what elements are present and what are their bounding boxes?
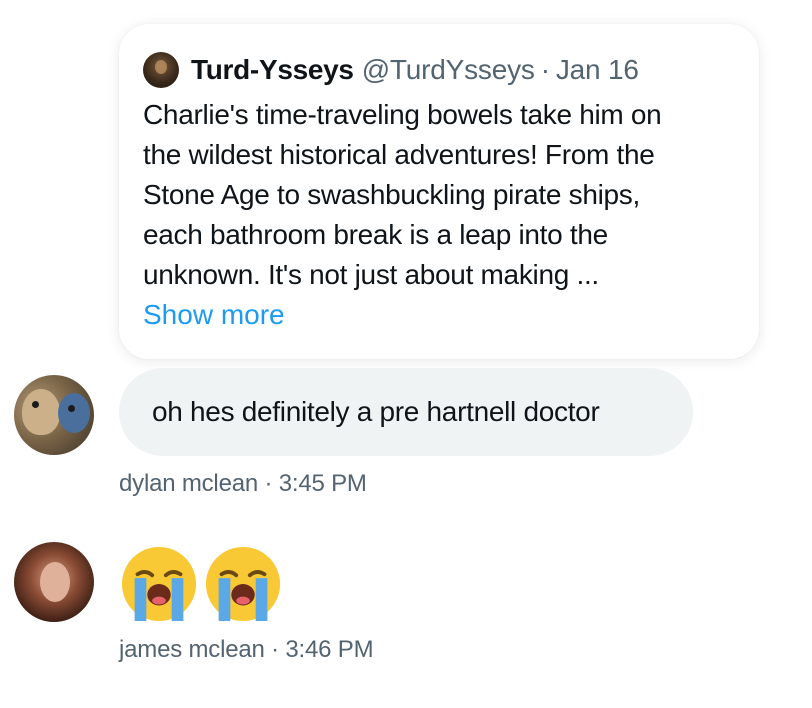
quoted-tweet-line: unknown. It's not just about making ... [143, 259, 599, 290]
quoted-tweet-line: the wildest historical adventures! From … [143, 139, 655, 170]
quoted-author-name[interactable]: Turd-Ysseys [191, 54, 354, 86]
avatar-james-mclean[interactable] [14, 542, 94, 622]
emoji-message[interactable] [120, 545, 282, 623]
separator-dot: · [540, 54, 550, 85]
quoted-author-handle: @TurdYsseys [361, 54, 535, 85]
quoted-tweet-line: Stone Age to swashbuckling pirate ships, [143, 179, 640, 210]
show-more-link[interactable]: Show more [143, 295, 285, 335]
loudly-crying-face-icon [205, 546, 281, 622]
quoted-tweet-line: Charlie's time-traveling bowels take him… [143, 99, 662, 130]
quoted-tweet-text: Charlie's time-traveling bowels take him… [143, 95, 733, 295]
dm-conversation: Turd-Ysseys @TurdYsseys · Jan 16 Charlie… [0, 0, 812, 708]
loudly-crying-face-icon [121, 546, 197, 622]
message-text: oh hes definitely a pre hartnell doctor [152, 396, 600, 427]
message-bubble[interactable]: oh hes definitely a pre hartnell doctor [119, 368, 693, 456]
quoted-tweet-card[interactable]: Turd-Ysseys @TurdYsseys · Jan 16 Charlie… [119, 24, 759, 359]
quoted-tweet-header: Turd-Ysseys @TurdYsseys · Jan 16 [143, 52, 733, 88]
avatar-dylan-mclean[interactable] [14, 375, 94, 455]
message-meta: james mclean · 3:46 PM [119, 636, 374, 663]
message-meta: dylan mclean · 3:45 PM [119, 470, 367, 497]
quoted-tweet-date[interactable]: Jan 16 [556, 54, 639, 86]
quoted-tweet-line: each bathroom break is a leap into the [143, 219, 608, 250]
quoted-author-avatar[interactable] [143, 52, 179, 88]
